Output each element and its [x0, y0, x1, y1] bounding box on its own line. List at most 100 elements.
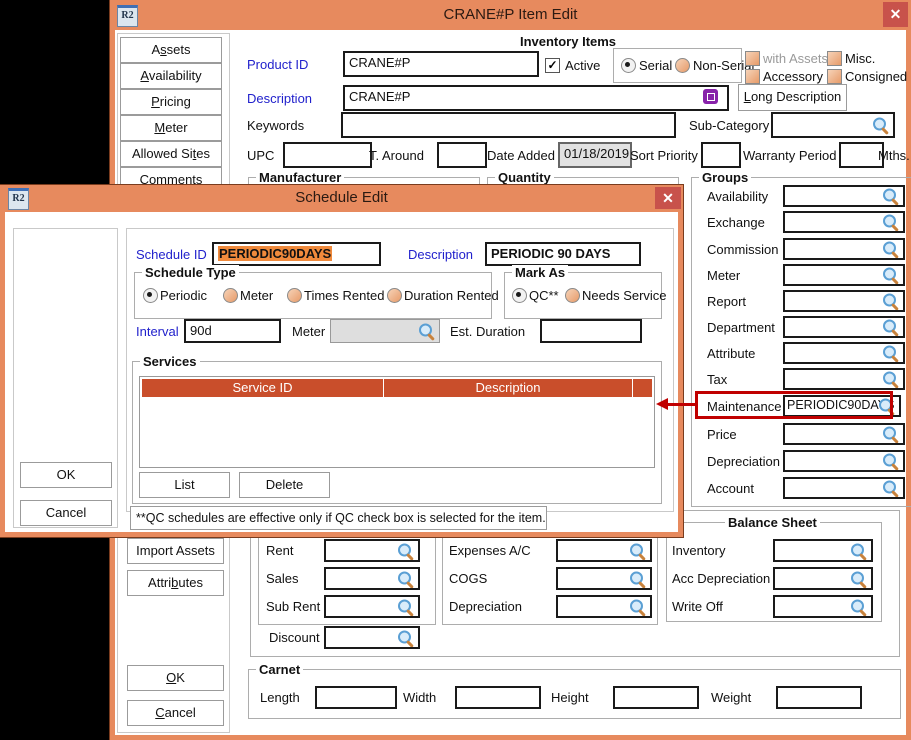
account-group-input[interactable] — [783, 477, 905, 499]
search-icon[interactable] — [850, 598, 868, 615]
search-icon[interactable] — [882, 345, 900, 362]
depreciation-ac-input[interactable] — [556, 595, 652, 618]
price-group-input[interactable] — [783, 423, 905, 445]
search-icon[interactable] — [629, 570, 647, 587]
commission-group-input[interactable] — [783, 238, 905, 260]
close-icon[interactable]: ✕ — [883, 2, 908, 27]
search-icon[interactable] — [629, 598, 647, 615]
sales-input[interactable] — [324, 567, 420, 590]
sidebar-button-meter[interactable]: Meter — [120, 115, 222, 141]
description-input[interactable]: CRANE#P — [343, 85, 729, 111]
meter-group-input[interactable] — [783, 264, 905, 286]
search-icon[interactable] — [397, 629, 415, 646]
tax-group-input[interactable] — [783, 368, 905, 390]
long-description-button[interactable]: Long Description — [738, 84, 847, 111]
serial-radio[interactable] — [621, 58, 636, 73]
description-column-header[interactable]: Description — [384, 379, 633, 397]
search-icon[interactable] — [882, 214, 900, 231]
report-group-input[interactable] — [783, 290, 905, 312]
attributes-button[interactable]: Attributes — [127, 570, 224, 596]
item-edit-titlebar[interactable]: R2 CRANE#P Item Edit ✕ — [110, 0, 911, 30]
misc-checkbox[interactable] — [827, 51, 842, 66]
dialog-description-input[interactable]: PERIODIC 90 DAYS — [485, 242, 641, 266]
dialog-ok-button[interactable]: OK — [20, 462, 112, 488]
schedule-edit-titlebar[interactable]: R2 Schedule Edit ✕ — [0, 185, 683, 212]
selected-text: PERIODIC90DAYS — [218, 246, 332, 261]
search-icon[interactable] — [882, 453, 900, 470]
ok-button[interactable]: OK — [127, 665, 224, 691]
search-icon[interactable] — [882, 241, 900, 258]
meter-field-label: Meter — [292, 324, 325, 339]
import-assets-button[interactable]: Import Assets — [127, 538, 224, 564]
date-added-label: Date Added — [487, 148, 555, 163]
height-input[interactable] — [613, 686, 699, 709]
sub-rent-input[interactable] — [324, 595, 420, 618]
qc-radio[interactable] — [512, 288, 527, 303]
services-table[interactable]: Service ID Description — [139, 376, 655, 468]
search-icon[interactable] — [397, 598, 415, 615]
acc-depreciation-input[interactable] — [773, 567, 873, 590]
search-icon[interactable] — [397, 542, 415, 559]
non-serial-radio[interactable] — [675, 58, 690, 73]
inventory-input[interactable] — [773, 539, 873, 562]
write-off-input[interactable] — [773, 595, 873, 618]
t-around-input[interactable] — [437, 142, 487, 168]
duration-rented-radio[interactable] — [387, 288, 402, 303]
sidebar-button-pricing[interactable]: Pricing — [120, 89, 222, 115]
needs-service-radio[interactable] — [565, 288, 580, 303]
meter-type-radio[interactable] — [223, 288, 238, 303]
schedule-id-input[interactable]: PERIODIC90DAYS — [212, 242, 381, 266]
with-assets-checkbox[interactable] — [745, 51, 760, 66]
attribute-group-input[interactable] — [783, 342, 905, 364]
dialog-cancel-button[interactable]: Cancel — [20, 500, 112, 526]
search-icon[interactable] — [882, 480, 900, 497]
exchange-group-input[interactable] — [783, 211, 905, 233]
est-duration-input[interactable] — [540, 319, 642, 343]
search-icon[interactable] — [882, 188, 900, 205]
keywords-input[interactable] — [341, 112, 676, 138]
rent-input[interactable] — [324, 539, 420, 562]
sidebar-button-assets[interactable]: Assets — [120, 37, 222, 63]
length-input[interactable] — [315, 686, 397, 709]
expenses-ac-input[interactable] — [556, 539, 652, 562]
consigned-checkbox[interactable] — [827, 69, 842, 84]
product-id-input[interactable]: CRANE#P — [343, 51, 539, 77]
search-icon[interactable] — [872, 117, 890, 134]
sidebar-button-allowed-sites[interactable]: Allowed Sites — [120, 141, 222, 167]
times-rented-radio[interactable] — [287, 288, 302, 303]
list-button[interactable]: List — [139, 472, 230, 498]
department-group-input[interactable] — [783, 316, 905, 338]
accessory-checkbox[interactable] — [745, 69, 760, 84]
search-icon[interactable] — [882, 426, 900, 443]
search-icon[interactable] — [882, 267, 900, 284]
periodic-radio[interactable] — [143, 288, 158, 303]
search-icon[interactable] — [397, 570, 415, 587]
search-icon[interactable] — [882, 293, 900, 310]
active-checkbox[interactable]: ✓ — [545, 58, 560, 73]
depreciation-group-input[interactable] — [783, 450, 905, 472]
service-id-column-header[interactable]: Service ID — [142, 379, 384, 397]
description-expand-icon[interactable] — [703, 89, 718, 104]
sort-priority-input[interactable] — [701, 142, 741, 168]
search-icon[interactable] — [850, 542, 868, 559]
search-icon[interactable] — [882, 319, 900, 336]
width-input[interactable] — [455, 686, 541, 709]
close-icon[interactable]: ✕ — [655, 187, 681, 209]
cancel-button[interactable]: Cancel — [127, 700, 224, 726]
interval-input[interactable]: 90d — [184, 319, 281, 343]
weight-input[interactable] — [776, 686, 862, 709]
search-icon[interactable] — [882, 371, 900, 388]
search-icon[interactable] — [629, 542, 647, 559]
search-icon[interactable] — [850, 570, 868, 587]
cogs-input[interactable] — [556, 567, 652, 590]
rent-label: Rent — [266, 543, 293, 558]
delete-button[interactable]: Delete — [239, 472, 330, 498]
upc-input[interactable] — [283, 142, 372, 168]
accessory-label: Accessory — [763, 69, 823, 84]
sidebar-button-availability[interactable]: Availability — [120, 63, 222, 89]
qc-note: **QC schedules are effective only if QC … — [130, 506, 547, 530]
sub-category-input[interactable] — [771, 112, 895, 138]
discount-input[interactable] — [324, 626, 420, 649]
availability-group-input[interactable] — [783, 185, 905, 207]
search-icon[interactable] — [418, 323, 436, 340]
